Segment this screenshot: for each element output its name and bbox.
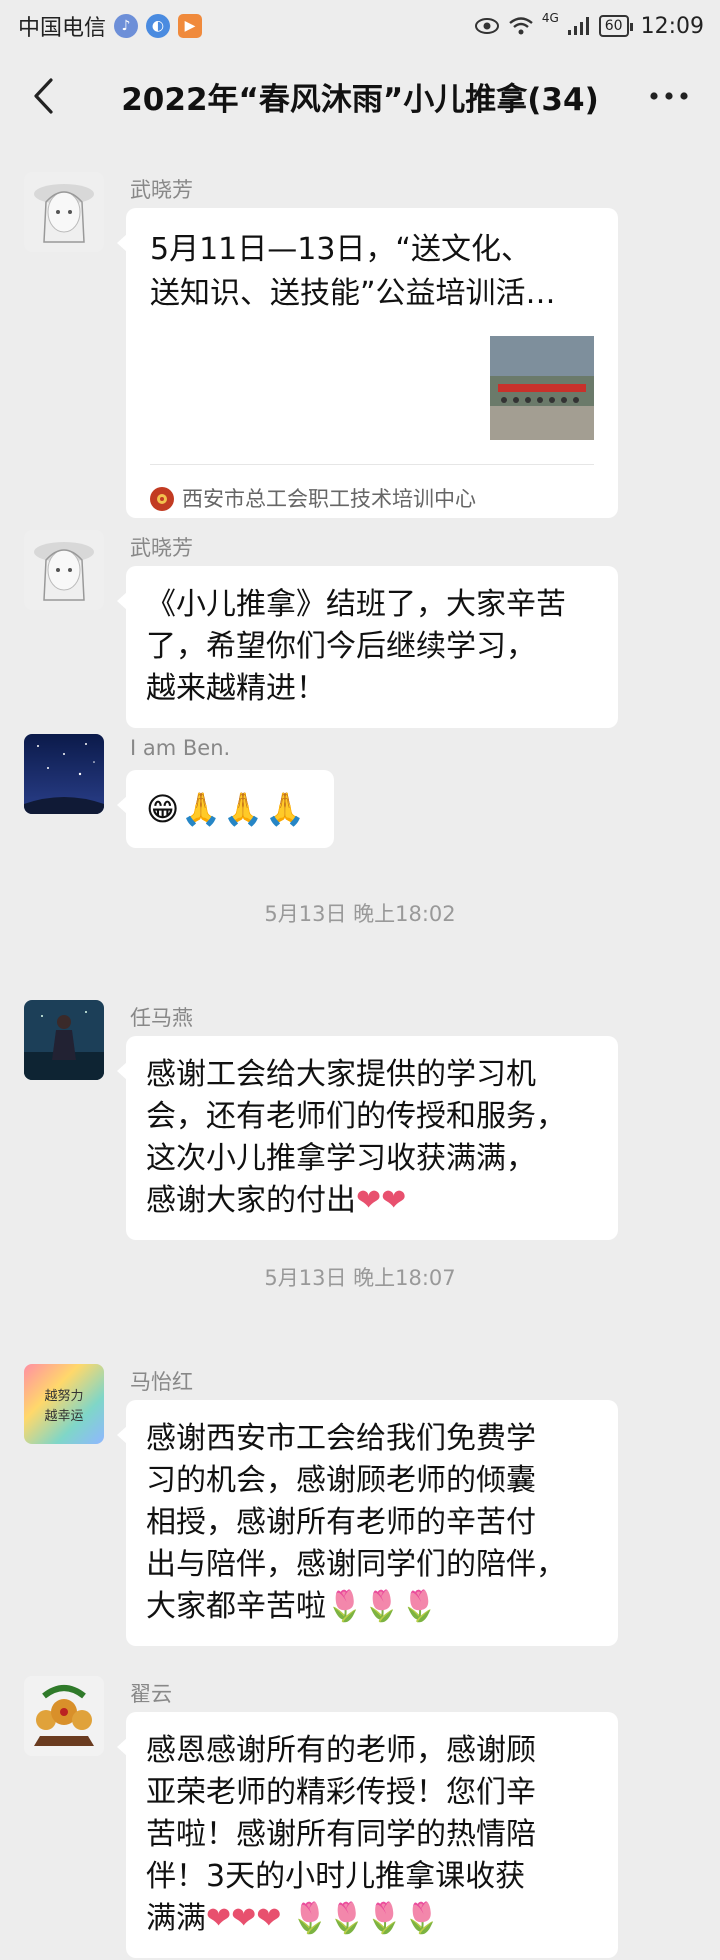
source-name: 西安市总工会职工技术培训中心 (182, 487, 476, 511)
message-text: 感谢大家的付出 (146, 1183, 356, 1218)
source-logo-icon (150, 487, 174, 511)
avatar[interactable] (24, 172, 104, 252)
network-type-label: 4G (541, 11, 559, 25)
message-bubble[interactable]: 感谢工会给大家提供的学习机 会，还有老师们的传授和服务， 这次小儿推拿学习收获满… (117, 1036, 618, 1240)
message-line: 感恩感谢所有的老师，感谢顾 (146, 1733, 536, 1768)
avatar[interactable]: 越努力 越幸运 (24, 1364, 104, 1444)
message-line: 这次小儿推拿学习收获满满， (146, 1141, 536, 1176)
video-app-icon: ▶ (178, 14, 203, 38)
rose-emoji: 🌷🌷🌷 (326, 1589, 439, 1624)
chevron-left-icon (34, 78, 53, 114)
eye-icon (474, 18, 499, 34)
more-icon (650, 92, 688, 100)
message-bubble[interactable]: 😁🙏🙏🙏 (117, 770, 334, 848)
message-line: 会，还有老师们的传授和服务， (146, 1099, 566, 1134)
carrier-label: 中国电信 (18, 16, 107, 41)
sender-name: 武晓芳 (130, 536, 193, 560)
emoji-text: 😁🙏🙏🙏 (146, 790, 307, 828)
status-left: 中国电信 ♪ ◐ ▶ (18, 10, 203, 42)
message-line: 感谢工会给大家提供的学习机 (146, 1057, 536, 1092)
divider (150, 464, 594, 465)
sender-name: 马怡红 (130, 1370, 193, 1394)
card-thumbnail (490, 336, 594, 440)
avatar[interactable] (24, 734, 104, 814)
card-title-line: 送知识、送技能”公益培训活… (150, 276, 556, 311)
sender-name: 武晓芳 (130, 178, 193, 202)
message-item: I am Ben. 😁🙏🙏🙏 (0, 734, 720, 848)
link-card[interactable]: 5月11日—13日，“送文化、 送知识、送技能”公益培训活… 西安市总工会职工技… (117, 208, 618, 520)
message-item: 翟云 感恩感谢所有的老师，感谢顾 亚荣老师的精彩传授！您们辛 苦啦！感谢所有同学… (0, 1676, 720, 1960)
message-item: 武晓芳 5月11日—13日，“送文化、 送知识、送技能”公益培训活… 西安市总工… (0, 172, 720, 552)
card-title-line: 5月11日—13日，“送文化、 (150, 232, 531, 267)
message-line: 相授，感谢所有老师的辛苦付 (146, 1505, 536, 1540)
avatar-text: 越幸运 (44, 1409, 83, 1424)
card-source: 西安市总工会职工技术培训中心 (150, 478, 476, 520)
back-button[interactable] (22, 74, 66, 118)
wifi-icon (509, 17, 533, 35)
message-line: 大家都辛苦啦🌷🌷🌷 (146, 1586, 598, 1628)
message-bubble[interactable]: 《小儿推拿》结班了，大家辛苦 了，希望你们今后继续学习， 越来越精进！ (117, 566, 618, 728)
message-line: 感谢大家的付出❤❤ (146, 1180, 598, 1222)
message-item: 武晓芳 《小儿推拿》结班了，大家辛苦 了，希望你们今后继续学习， 越来越精进！ (0, 530, 720, 728)
message-line: 亚荣老师的精彩传授！您们辛 (146, 1775, 536, 1810)
timestamp: 5月13日 晚上18:07 (264, 1266, 456, 1290)
heart-emoji: ❤❤❤ (206, 1901, 282, 1936)
message-line: 伴！3天的小时儿推拿课收获 (146, 1859, 526, 1894)
card-title: 5月11日—13日，“送文化、 送知识、送技能”公益培训活… (150, 228, 594, 316)
avatar[interactable] (24, 1676, 104, 1756)
clock: 12:09 (640, 13, 704, 39)
sender-name: 翟云 (130, 1682, 172, 1706)
message-line: 了，希望你们今后继续学习， (146, 629, 536, 664)
more-button[interactable] (644, 80, 694, 112)
message-line: 《小儿推拿》结班了，大家辛苦 (146, 587, 566, 622)
signal-icon (567, 17, 589, 35)
message-line: 出与陪伴，感谢同学们的陪伴， (146, 1547, 566, 1582)
chat-header: 2022年“春风沐雨”小儿推拿(34) (0, 52, 720, 140)
message-text: 满满 (146, 1901, 206, 1936)
message-text: 大家都辛苦啦 (146, 1589, 326, 1624)
chat-title: 2022年“春风沐雨”小儿推拿(34) (121, 81, 599, 118)
message-line: 越来越精进！ (146, 671, 326, 706)
message-bubble[interactable]: 感谢西安市工会给我们免费学 习的机会，感谢顾老师的倾囊 相授，感谢所有老师的辛苦… (117, 1400, 618, 1646)
message-item: 任马燕 感谢工会给大家提供的学习机 会，还有老师们的传授和服务， 这次小儿推拿学… (0, 1000, 720, 1240)
music-app-icon: ♪ (114, 14, 139, 38)
message-item: 越努力 越幸运 马怡红 感谢西安市工会给我们免费学 习的机会，感谢顾老师的倾囊 … (0, 1364, 720, 1654)
status-right: 4G 60 12:09 (474, 11, 704, 39)
message-line: 满满❤❤❤ 🌷🌷🌷🌷 (146, 1898, 598, 1940)
sender-name: I am Ben. (130, 736, 231, 760)
battery-indicator: 60 (598, 15, 633, 37)
message-line: 习的机会，感谢顾老师的倾囊 (146, 1463, 536, 1498)
rose-emoji: 🌷🌷🌷🌷 (290, 1901, 441, 1936)
avatar-text: 越努力 (44, 1389, 83, 1404)
avatar[interactable] (24, 1000, 104, 1080)
heart-emoji: ❤❤ (356, 1183, 407, 1218)
avatar[interactable] (24, 530, 104, 610)
browser-app-icon: ◐ (146, 14, 171, 38)
message-line: 苦啦！感谢所有同学的热情陪 (146, 1817, 536, 1852)
timestamp: 5月13日 晚上18:02 (264, 902, 456, 926)
sender-name: 任马燕 (130, 1006, 193, 1030)
message-bubble[interactable]: 感恩感谢所有的老师，感谢顾 亚荣老师的精彩传授！您们辛 苦啦！感谢所有同学的热情… (117, 1712, 618, 1958)
status-bar: 中国电信 ♪ ◐ ▶ 4G 60 12:09 (0, 0, 720, 52)
message-line: 感谢西安市工会给我们免费学 (146, 1421, 536, 1456)
